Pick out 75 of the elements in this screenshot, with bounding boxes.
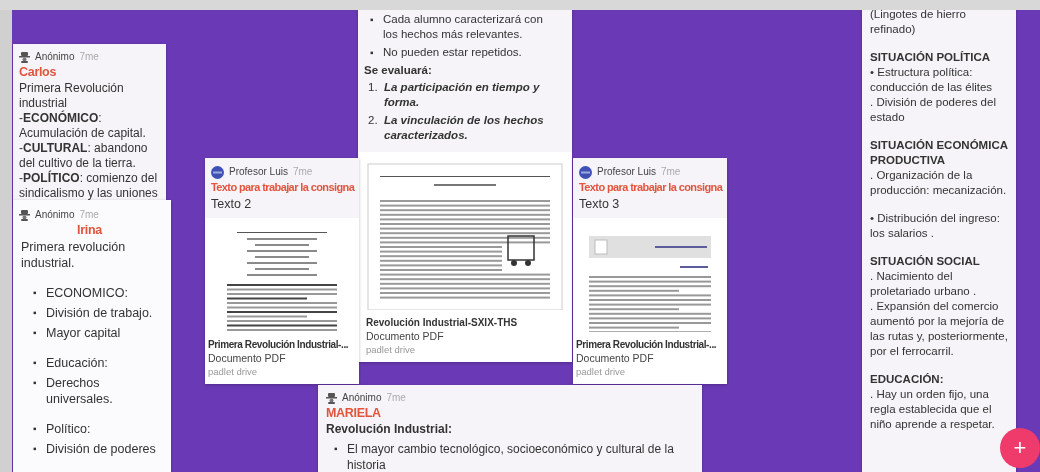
post-text: • Distribución del ingreso: los salarios . [870, 211, 1001, 241]
post-text: Primera revolución industrial. [21, 239, 127, 271]
post-subject: Texto para trabajar la consigna [211, 180, 353, 195]
attachment-type: Documento PDF [576, 352, 655, 365]
bullet-marker: ▪ [33, 356, 38, 370]
attachment-source: padlet drive [366, 343, 417, 356]
attachment-source: padlet drive [576, 365, 627, 378]
post-text: . División de poderes del estado [870, 95, 997, 125]
incognito-avatar-icon [326, 392, 337, 404]
post-time: 7me [660, 165, 681, 179]
globe-avatar-icon [211, 165, 224, 179]
post-text: (Lingotes de hierro refinado) [870, 10, 967, 37]
bullet-item: No pueden estar repetidos. [383, 45, 523, 60]
bullet-marker: ▪ [370, 46, 375, 60]
attachment-title[interactable]: Primera Revolución Industrial-... [576, 338, 724, 352]
post-text: Texto 2 [211, 196, 253, 212]
post-subject: Irina [76, 222, 104, 239]
incognito-avatar-icon [19, 51, 30, 63]
bullet-marker: ▪ [33, 376, 38, 390]
post-time: 7me [79, 50, 99, 64]
post-time: 7me [79, 208, 99, 222]
numbered-item: La vinculación de los hechos caracterizados. [384, 113, 545, 143]
bullet-item: El mayor cambio tecnológico, socioeconómico y cultural de la historia [347, 441, 675, 472]
author-name: Anónimo [35, 50, 75, 64]
item-number: 1. [368, 80, 379, 95]
bullet-item: División de poderes [46, 441, 157, 457]
post-subject: MARIELA [326, 405, 382, 422]
section-heading: SITUACIÓN POLÍTICA [870, 50, 992, 65]
bullet-item: Educación: [46, 355, 109, 371]
add-post-button[interactable]: + [1000, 428, 1040, 468]
item-number: 2. [368, 113, 379, 128]
post-heading: Se evaluará: [364, 63, 433, 78]
post-text: Primera Revolución industrial [19, 81, 125, 110]
attachment-title[interactable]: Revolución Industrial-SXIX-THS [366, 316, 564, 330]
bullet-marker: ▪ [33, 422, 38, 436]
bullet-item: Cada alumno caracterizará con los hechos más relevantes. [383, 12, 544, 42]
attachment-type: Documento PDF [366, 330, 445, 343]
section-heading: SITUACIÓN ECONÓMICA PRODUCTIVA [870, 138, 1008, 168]
bullet-item: Mayor capital [46, 325, 122, 341]
attachment-title[interactable]: Primera Revolución Industrial-... [208, 338, 356, 352]
author-name: Profesor Luis [229, 165, 288, 179]
post-text: • Estructura política: conducción de las élites [870, 65, 994, 95]
post-time: 7me [386, 391, 406, 405]
attachment-type: Documento PDF [208, 352, 287, 365]
bullet-item: ECONOMICO: [46, 285, 129, 301]
post-heading: Revolución Industrial: [326, 422, 453, 437]
post-text: . Nacimiento del proletariado urbano . [870, 269, 978, 299]
section-heading: EDUCACIÓN: [870, 372, 945, 387]
post-text: . Hay un orden fijo, una regla establecida que el niño aprende a respetar. [870, 387, 996, 432]
section-heading: SITUACIÓN SOCIAL [870, 254, 981, 269]
post-text: . Organización de la producción: mecanización. [870, 168, 1008, 198]
author-name: Anónimo [342, 391, 382, 405]
bullet-marker: ▪ [370, 13, 375, 27]
bullet-marker: ▪ [33, 326, 38, 340]
post-time: 7me [292, 165, 313, 179]
post-text: -ECONÓMICO: Acumulación de capital. [19, 111, 147, 141]
author-name: Anónimo [35, 208, 75, 222]
numbered-item: La participación en tiempo y forma. [384, 80, 541, 110]
bullet-item: División de trabajo. [46, 305, 154, 321]
bullet-marker: ▪ [33, 306, 38, 320]
post-subject: Texto para trabajar la consigna [579, 180, 721, 195]
bullet-marker: ▪ [33, 286, 38, 300]
post-text: . Expansión del comercio aumentó por la mejoría de las rutas y, posteriormente, por el ferrocarril. [870, 299, 1008, 359]
post-text: -CULTURAL: abandono del cultivo de la tierra. [19, 141, 149, 170]
post-text: Texto 3 [579, 196, 621, 212]
post-text: -POLÍTICO: comienzo del sindicalismo y las uniones [19, 171, 159, 201]
incognito-avatar-icon [19, 209, 30, 221]
bullet-marker: ▪ [334, 442, 339, 456]
bullet-item: Derechos universales. [46, 375, 114, 407]
bullet-item: Político: [46, 421, 92, 437]
attachment-source: padlet drive [208, 365, 259, 378]
author-name: Profesor Luis [597, 165, 656, 179]
post-subject: Carlos [19, 64, 58, 81]
bullet-marker: ▪ [33, 442, 38, 456]
globe-avatar-icon [579, 165, 592, 179]
